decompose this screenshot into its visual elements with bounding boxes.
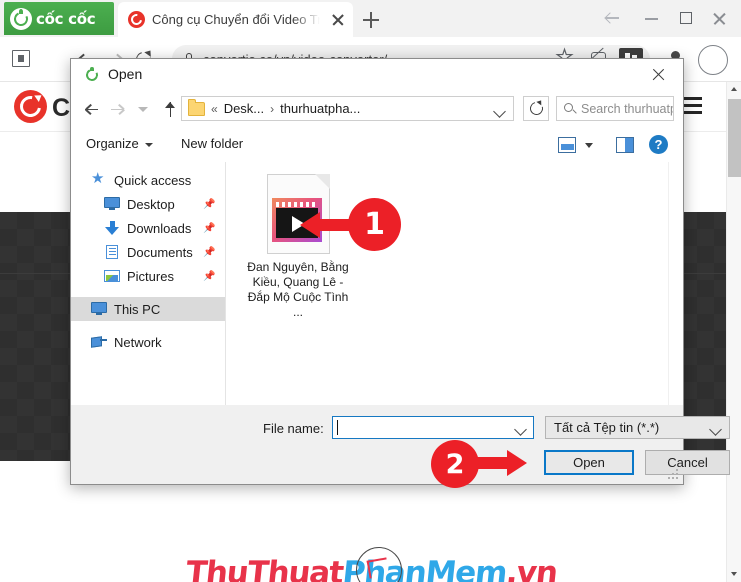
- picture-icon: [104, 269, 120, 283]
- star-icon: [91, 169, 107, 187]
- file-type-value: Tất cả Tệp tin (*.*): [554, 420, 660, 435]
- organize-button[interactable]: Organize: [86, 136, 139, 151]
- tab-title: Công cụ Chuyển đổi Video Tr: [152, 12, 320, 27]
- page-fold-corner: [314, 174, 330, 189]
- network-icon: [91, 335, 107, 349]
- pin-icon: 📌: [203, 271, 216, 282]
- file-list-pane[interactable]: Đan Nguyên, Bằng Kiều, Quang Lê - Đắp Mộ…: [227, 162, 676, 405]
- file-name-label: Đan Nguyên, Bằng Kiều, Quang Lê - Đắp Mộ…: [247, 260, 349, 319]
- dialog-up-button[interactable]: [160, 99, 181, 120]
- convertio-logo-icon: [14, 90, 47, 123]
- file-name-field-label: File name:: [263, 421, 324, 436]
- recent-locations-icon[interactable]: [134, 99, 151, 120]
- window-maximize-button[interactable]: [672, 6, 700, 30]
- monitor-icon: [91, 302, 107, 316]
- coccoc-brand-label: cốc cốc: [36, 9, 96, 28]
- preview-pane-icon[interactable]: [616, 137, 634, 153]
- download-arrow-icon: [104, 221, 120, 235]
- file-item[interactable]: Đan Nguyên, Bằng Kiều, Quang Lê - Đắp Mộ…: [244, 174, 352, 320]
- dialog-close-button[interactable]: [637, 59, 679, 89]
- scrollbar-thumb[interactable]: [728, 99, 741, 177]
- sidebar-item-label: Pictures: [127, 268, 174, 284]
- dialog-search-input[interactable]: Search thurhuatphanmem oto: [556, 96, 674, 121]
- dialog-title: Open: [108, 66, 143, 82]
- sidebar-item-quick-access[interactable]: Quick access: [71, 168, 225, 192]
- window-restore-icon[interactable]: [599, 6, 627, 30]
- file-name-input[interactable]: [332, 416, 534, 439]
- window-minimize-button[interactable]: [638, 6, 666, 30]
- film-strip-icon: [275, 202, 318, 207]
- convertio-favicon-icon: [128, 11, 145, 28]
- view-mode-caret-icon[interactable]: [585, 143, 593, 148]
- dialog-nav-bar: « Desk... › thurhuatpha... Search thurhu…: [71, 90, 683, 128]
- cancel-button[interactable]: Cancel: [645, 450, 730, 475]
- tab-close-icon[interactable]: [327, 9, 349, 31]
- dialog-refresh-button[interactable]: [523, 96, 549, 121]
- sidebar-item-label: Desktop: [127, 196, 175, 212]
- annotation-badge-2: 2: [431, 440, 479, 488]
- watermark-bird-icon: [366, 557, 390, 579]
- navigation-pane: Quick access Desktop 📌 Downloads 📌 Docum…: [71, 162, 226, 405]
- sidebar-item-desktop[interactable]: Desktop 📌: [71, 192, 225, 216]
- open-file-dialog: Open « Desk... › thurhuatpha... Search t…: [70, 58, 730, 485]
- sidebar-item-label: Downloads: [127, 220, 192, 236]
- sidebar-item-label: Quick access: [114, 172, 192, 188]
- browser-tab-strip: cốc cốc Công cụ Chuyển đổi Video Tr: [0, 0, 741, 38]
- breadcrumb-bar[interactable]: « Desk... › thurhuatpha...: [181, 96, 514, 121]
- sidebar-item-label: Documents: [127, 244, 193, 260]
- page-scrollbar[interactable]: [726, 81, 741, 582]
- view-mode-icon[interactable]: [558, 137, 576, 153]
- breadcrumb-prefix: «: [211, 101, 218, 116]
- sidebar-item-documents[interactable]: Documents 📌: [71, 240, 225, 264]
- pin-icon: 📌: [203, 199, 216, 210]
- annotation-badge-1: 1: [348, 198, 401, 251]
- dialog-toolbar: Organize New folder ?: [71, 128, 683, 163]
- sidebar-item-pictures[interactable]: Pictures 📌: [71, 264, 225, 288]
- dialog-footer: File name: Tất cả Tệp tin (*.*) Open Can…: [71, 405, 730, 483]
- scroll-up-icon[interactable]: [727, 81, 741, 96]
- breadcrumb-segment-current[interactable]: thurhuatpha...: [280, 101, 360, 116]
- file-list-scrollbar[interactable]: [668, 162, 676, 405]
- sidebar-toggle-icon[interactable]: [10, 49, 32, 69]
- organize-caret-icon[interactable]: [145, 143, 153, 147]
- chevron-down-icon[interactable]: [514, 423, 527, 436]
- avatar-icon[interactable]: [698, 45, 728, 75]
- breadcrumb-separator: ›: [270, 101, 275, 116]
- watermark-part3: .vn: [504, 555, 559, 582]
- sidebar-item-this-pc[interactable]: This PC: [71, 297, 225, 321]
- coccoc-logo-icon: [10, 7, 32, 30]
- dialog-title-bar: Open: [71, 59, 683, 91]
- new-folder-button[interactable]: New folder: [181, 136, 243, 151]
- help-button[interactable]: ?: [649, 135, 668, 154]
- breadcrumb-segment-desktop[interactable]: Desk...: [224, 101, 264, 116]
- watermark-part1: ThuThuat: [184, 555, 345, 582]
- dialog-back-button[interactable]: [85, 99, 106, 120]
- sidebar-item-label: Network: [114, 334, 162, 350]
- open-button[interactable]: Open: [544, 450, 634, 475]
- sidebar-item-downloads[interactable]: Downloads 📌: [71, 216, 225, 240]
- coccoc-brand-badge[interactable]: cốc cốc: [4, 2, 114, 35]
- coccoc-dialog-icon: [84, 67, 100, 83]
- document-icon: [104, 245, 120, 259]
- monitor-icon: [104, 197, 120, 211]
- search-placeholder: Search thurhuatphanmem oto: [581, 101, 673, 116]
- file-type-dropdown[interactable]: Tất cả Tệp tin (*.*): [545, 416, 730, 439]
- search-icon: [564, 102, 576, 115]
- site-logo-text: C: [52, 94, 70, 122]
- folder-icon: [188, 99, 205, 116]
- pin-icon: 📌: [203, 223, 216, 234]
- sidebar-item-network[interactable]: Network: [71, 330, 225, 354]
- browser-tab[interactable]: Công cụ Chuyển đổi Video Tr: [118, 2, 353, 37]
- chevron-down-icon[interactable]: [493, 105, 506, 118]
- dialog-forward-button[interactable]: [111, 99, 132, 120]
- resize-grip-icon[interactable]: [667, 468, 678, 479]
- window-close-button[interactable]: [705, 6, 733, 30]
- chevron-down-icon[interactable]: [709, 423, 722, 436]
- text-caret: [337, 420, 338, 435]
- pin-icon: 📌: [203, 247, 216, 258]
- sidebar-item-label: This PC: [114, 301, 161, 317]
- scroll-down-icon[interactable]: [727, 567, 741, 582]
- new-tab-button[interactable]: [360, 9, 382, 31]
